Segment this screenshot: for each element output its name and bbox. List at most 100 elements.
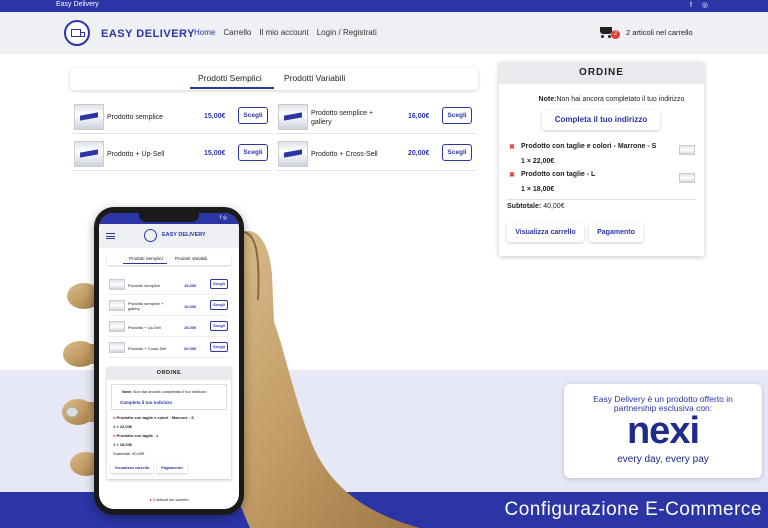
mobile-product-price: 15,00€ — [184, 325, 197, 330]
nexi-logo: nexi — [626, 410, 700, 452]
product-item: Prodotto semplice + gallery 16,00€ Scegl… — [276, 100, 476, 134]
mobile-choose-button: Scegli — [210, 300, 228, 310]
mobile-line-item: ● Prodotto con taglie - L — [113, 433, 159, 438]
product-thumbnail[interactable] — [74, 104, 104, 130]
mobile-social-icons: f ◎ — [219, 215, 227, 221]
tab-variable-products[interactable]: Prodotti Variabili — [284, 73, 345, 83]
product-thumbnail[interactable] — [278, 104, 308, 130]
nav-menu: Home Carrello Il mio account Login / Reg… — [194, 28, 377, 37]
product-section: Prodotti Semplici Prodotti Variabili Pro… — [70, 68, 478, 180]
mobile-cart-summary: ● 2 articoli nel carrello — [99, 497, 239, 502]
line-item-quantity: 1 × 22,00€ — [521, 158, 555, 165]
truck-cab — [80, 32, 85, 37]
order-panel: ORDINE Note:Non hai ancora completato il… — [499, 62, 704, 256]
mobile-complete-address-button: Completa il tuo indirizzo — [120, 400, 172, 405]
mobile-order-title: ORDINE — [107, 367, 231, 380]
mobile-order-panel: ORDINE Note: Non hai ancora completato i… — [107, 367, 231, 479]
product-thumbnail[interactable] — [74, 141, 104, 167]
view-cart-button[interactable]: Visualizza carrello — [507, 223, 584, 242]
mobile-logo-icon — [144, 229, 157, 242]
remove-item-icon[interactable]: ✖ — [509, 171, 515, 179]
mobile-logo-text: EASY DELIVERY — [162, 232, 206, 238]
mobile-checkout-button: Pagamento — [157, 463, 187, 473]
remove-item-icon[interactable]: ✖ — [509, 143, 515, 151]
complete-address-button[interactable]: Completa il tuo indirizzo — [542, 110, 660, 130]
product-price: 16,00€ — [408, 113, 430, 120]
mobile-note-message: Non hai ancora completato il tuo indiriz… — [133, 389, 207, 394]
mobile-tab-variable[interactable]: Prodotti Variabili — [175, 256, 207, 261]
note-label: Note: — [538, 96, 557, 103]
footer-title: Configurazione E-Commerce — [504, 499, 762, 520]
mobile-product-item: Prodotto + Up-Sell 15,00€ Scegli — [109, 317, 229, 337]
product-item: Prodotto semplice 15,00€ Scegli — [72, 100, 272, 134]
top-bar-brand: Easy Delivery — [56, 1, 99, 8]
product-name[interactable]: Prodotto semplice + gallery — [311, 109, 391, 127]
mobile-subtotal: Subtotale: 40,00€ — [113, 451, 145, 456]
line-item-name[interactable]: Prodotto con taglie e colori - Marrone -… — [521, 143, 656, 150]
note-text: Non hai ancora completato il tuo indiriz… — [556, 96, 685, 103]
cart-count-badge: 2 — [611, 30, 620, 39]
mobile-product-price: 20,00€ — [184, 346, 197, 351]
phone-notch — [139, 213, 199, 222]
mobile-note-label: Note: — [122, 389, 133, 394]
mobile-line-item: ● Prodotto con taglie e colori - Marrone… — [113, 415, 194, 420]
choose-button[interactable]: Scegli — [442, 107, 472, 124]
phone-screen: f ◎ EASY DELIVERY Prodotti Semplici Prod… — [99, 213, 239, 509]
mobile-line-item-quantity: 1 × 22,00€ — [113, 424, 133, 429]
mobile-note-text: Note: Non hai ancora completato il tuo i… — [122, 389, 207, 394]
mobile-line-item-name: Prodotto con taglie e colori - Marrone -… — [116, 415, 194, 420]
mobile-product-tabs: Prodotti Semplici Prodotti Variabili — [107, 254, 231, 265]
choose-button[interactable]: Scegli — [442, 144, 472, 161]
order-divider — [507, 199, 696, 200]
product-thumbnail[interactable] — [278, 141, 308, 167]
nexi-slogan: every day, every pay — [617, 454, 709, 465]
cart-wheel — [601, 35, 604, 38]
tab-simple-products[interactable]: Prodotti Semplici — [198, 73, 262, 83]
mobile-tab-simple[interactable]: Prodotti Semplici — [129, 256, 163, 261]
product-name[interactable]: Prodotto semplice — [107, 113, 187, 122]
hamburger-menu-icon[interactable] — [106, 233, 115, 239]
nav-home[interactable]: Home — [194, 28, 215, 37]
mobile-line-item-quantity: 1 × 18,00€ — [113, 442, 133, 447]
social-links: f ◎ — [682, 1, 708, 9]
choose-button[interactable]: Scegli — [238, 107, 268, 124]
line-item-thumbnail — [679, 145, 695, 155]
mobile-product-name: Prodotto semplice + gallery — [128, 301, 164, 311]
mobile-cart-icon: ● — [149, 497, 152, 502]
mobile-product-thumbnail — [109, 342, 125, 353]
mobile-product-thumbnail — [109, 279, 125, 290]
product-price: 20,00€ — [408, 150, 430, 157]
product-price: 15,00€ — [204, 150, 226, 157]
top-bar: Easy Delivery f ◎ — [0, 0, 768, 12]
mobile-cart-text: 2 articoli nel carrello — [152, 497, 189, 502]
order-subtotal: Subtotale: 40,00€ — [507, 203, 565, 210]
mobile-product-item: Prodotto semplice + gallery 16,00€ Scegl… — [109, 296, 229, 316]
facebook-icon[interactable]: f — [690, 2, 692, 9]
cart-summary[interactable]: 2 articoli nel carrello — [626, 28, 693, 37]
mobile-product-price: 16,00€ — [184, 304, 197, 309]
choose-button[interactable]: Scegli — [238, 144, 268, 161]
truck-logo-icon[interactable] — [64, 20, 90, 46]
product-name[interactable]: Prodotto + Up-Sell — [107, 150, 187, 159]
product-name[interactable]: Prodotto + Cross-Sell — [311, 150, 391, 159]
mobile-line-item-name: Prodotto con taglie - L — [116, 433, 159, 438]
nav-account[interactable]: Il mio account — [259, 28, 308, 37]
checkout-button[interactable]: Pagamento — [589, 223, 643, 242]
nav-cart[interactable]: Carrello — [223, 28, 251, 37]
product-item: Prodotto + Cross-Sell 20,00€ Scegli — [276, 137, 476, 171]
product-price: 15,00€ — [204, 113, 226, 120]
nav-login[interactable]: Login / Registrati — [317, 28, 377, 37]
mobile-order-note: Note: Non hai ancora completato il tuo i… — [111, 384, 227, 410]
mobile-view-cart-button: Visualizza carrello — [111, 463, 153, 473]
mobile-product-thumbnail — [109, 321, 125, 332]
mobile-product-name: Prodotto + Cross-Sell — [128, 346, 167, 351]
subtotal-label: Subtotale: — [507, 203, 542, 210]
site-logo-text[interactable]: EASY DELIVERY — [101, 28, 195, 40]
subtotal-value: 40,00€ — [543, 203, 565, 210]
phone-mockup: f ◎ EASY DELIVERY Prodotti Semplici Prod… — [94, 207, 244, 515]
mobile-navbar: EASY DELIVERY — [99, 224, 239, 248]
instagram-icon[interactable]: ◎ — [702, 2, 708, 9]
line-item-name[interactable]: Prodotto con taglie - L — [521, 171, 595, 178]
active-tab-indicator — [190, 87, 274, 89]
product-tabs: Prodotti Semplici Prodotti Variabili — [70, 68, 478, 90]
